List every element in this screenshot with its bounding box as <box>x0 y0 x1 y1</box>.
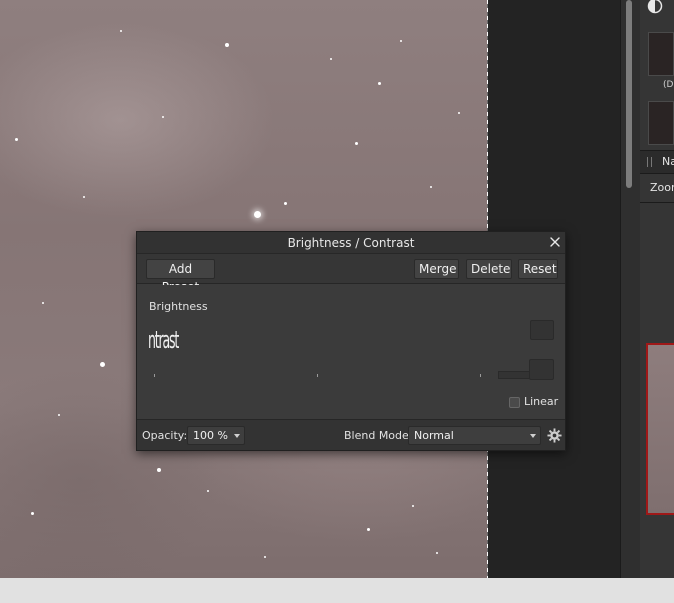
contrast-value-field[interactable] <box>498 359 554 381</box>
zoom-label: Zoom <box>650 181 674 194</box>
star <box>367 528 370 531</box>
star <box>42 302 44 304</box>
linear-checkbox[interactable] <box>509 397 520 408</box>
drag-handle-icon[interactable] <box>647 157 652 167</box>
brightness-value-field[interactable] <box>530 320 554 340</box>
chevron-down-icon <box>234 434 240 438</box>
star <box>120 30 122 32</box>
contrast-icon[interactable] <box>647 0 663 14</box>
chevron-down-icon <box>530 434 536 438</box>
dialog-toolbar: Add Preset Merge Delete Reset <box>137 254 565 294</box>
contrast-slider[interactable] <box>154 374 499 377</box>
star <box>264 556 266 558</box>
scrollbar-thumb[interactable] <box>626 0 632 188</box>
slider-tick <box>154 374 155 377</box>
blend-mode-dropdown[interactable]: Normal <box>408 426 541 445</box>
layer-thumbnail[interactable] <box>648 101 674 145</box>
star <box>284 202 287 205</box>
star <box>330 58 332 60</box>
star <box>430 186 432 188</box>
star <box>31 512 34 515</box>
app-window: (D Na Zoom Brightness / Contrast Add Pre… <box>0 0 674 603</box>
dialog-body: Brightness ntrast Linear <box>137 285 565 419</box>
tab-navigator-label: Na <box>662 155 674 168</box>
star <box>254 211 261 218</box>
star <box>458 112 460 114</box>
blend-mode-value: Normal <box>414 429 454 442</box>
star <box>225 43 229 47</box>
dialog-footer: Opacity: 100 % Blend Mode: Normal <box>137 419 565 450</box>
dialog-titlebar[interactable]: Brightness / Contrast <box>137 232 565 254</box>
contrast-label: ntrast <box>148 326 179 354</box>
value-field-part <box>498 371 532 379</box>
opacity-dropdown[interactable]: 100 % <box>187 426 245 445</box>
reset-button[interactable]: Reset <box>518 259 558 279</box>
star <box>436 552 438 554</box>
delete-button[interactable]: Delete <box>466 259 512 279</box>
star <box>15 138 18 141</box>
add-preset-button[interactable]: Add Preset <box>146 259 215 294</box>
value-field-part <box>529 359 554 380</box>
star <box>58 414 60 416</box>
divider <box>640 202 674 203</box>
star <box>412 505 414 507</box>
dialog-title: Brightness / Contrast <box>287 236 415 250</box>
status-bar <box>0 578 674 603</box>
layer-thumbnail[interactable] <box>648 32 674 76</box>
navigator-preview[interactable] <box>646 343 674 515</box>
star <box>400 40 402 42</box>
star <box>162 116 164 118</box>
panel-scrollbar[interactable] <box>624 0 634 190</box>
brightness-label: Brightness <box>149 300 208 313</box>
gear-icon[interactable] <box>547 428 562 443</box>
star <box>100 362 105 367</box>
star <box>157 468 161 472</box>
slider-tick <box>317 374 318 377</box>
opacity-value: 100 % <box>193 429 228 442</box>
opacity-label: Opacity: <box>142 429 188 442</box>
star <box>207 490 209 492</box>
star <box>378 82 381 85</box>
merge-button[interactable]: Merge <box>414 259 459 279</box>
linear-label: Linear <box>524 395 559 408</box>
layer-thumbnail-label: (D <box>663 80 674 90</box>
brightness-contrast-dialog: Brightness / Contrast Add Preset Merge D… <box>136 231 566 451</box>
slider-tick <box>480 374 481 377</box>
blend-mode-label: Blend Mode: <box>344 429 413 442</box>
close-icon[interactable] <box>547 234 563 250</box>
star <box>355 142 358 145</box>
star <box>83 196 85 198</box>
